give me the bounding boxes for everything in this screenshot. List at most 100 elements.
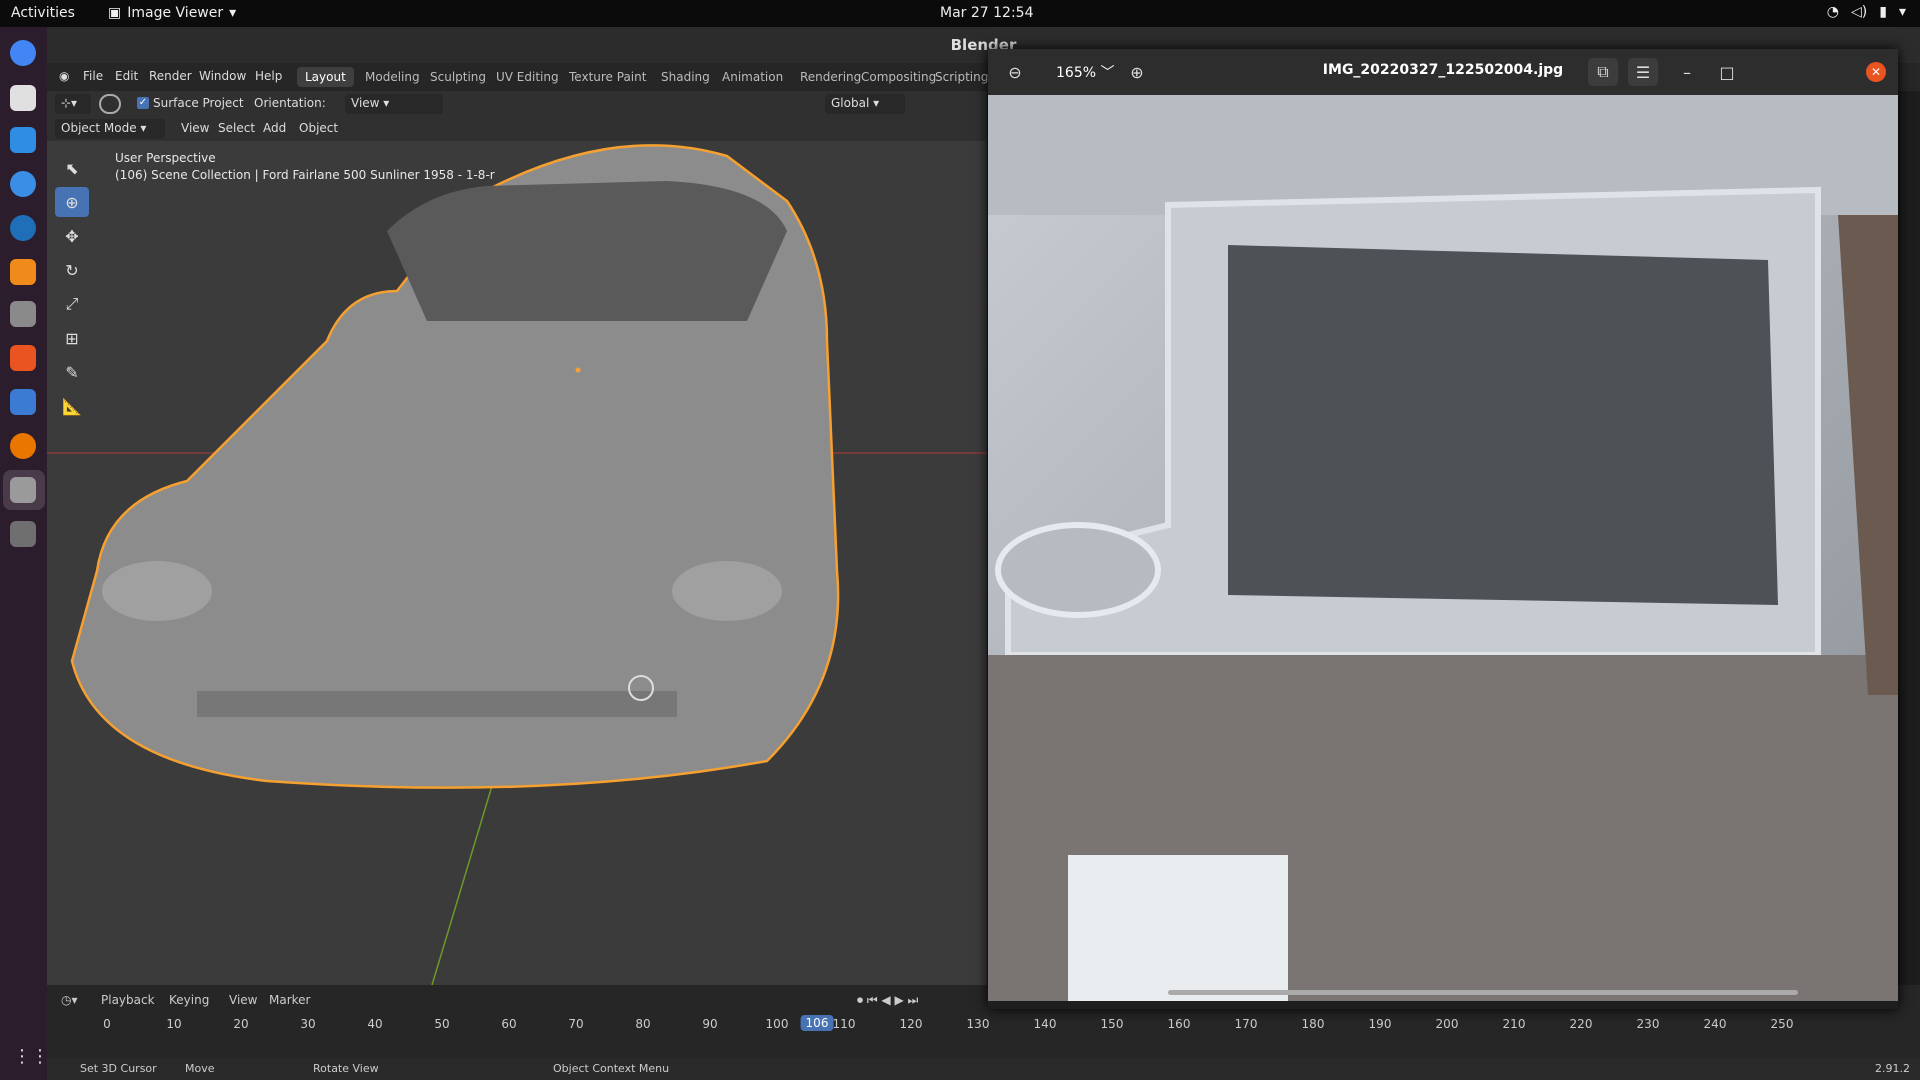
tab-layout[interactable]: Layout bbox=[297, 67, 354, 87]
menu-file[interactable]: File bbox=[83, 69, 103, 83]
close-button[interactable]: ✕ bbox=[1866, 62, 1886, 82]
surface-project-label: Surface Project bbox=[153, 96, 244, 110]
frame-tick-label: 230 bbox=[1636, 1017, 1660, 1031]
photo-image bbox=[988, 95, 1898, 1001]
menu-help[interactable]: Help bbox=[255, 69, 282, 83]
annotate-tool-icon[interactable]: ✎ bbox=[55, 357, 89, 387]
frame-tick-label: 90 bbox=[702, 1017, 718, 1031]
frame-tick-label: 50 bbox=[434, 1017, 450, 1031]
menu-keying[interactable]: Keying bbox=[169, 993, 209, 1007]
chrome-icon[interactable] bbox=[10, 40, 36, 66]
car-windshield bbox=[387, 181, 787, 321]
viewport-scene bbox=[47, 144, 987, 985]
tool-header: ⊹▾ ✓ Surface Project Orientation: View ▾… bbox=[47, 91, 987, 117]
minimize-button[interactable]: – bbox=[1672, 58, 1702, 86]
blender-logo-icon[interactable]: ◉ bbox=[59, 69, 69, 83]
vlc-icon[interactable] bbox=[10, 259, 36, 285]
transform-tool-icon[interactable]: ⊞ bbox=[55, 323, 89, 353]
rotate-tool-icon[interactable]: ↻ bbox=[55, 255, 89, 285]
tab-scripting[interactable]: Scripting bbox=[927, 67, 996, 87]
move-tool-icon[interactable]: ✥ bbox=[55, 221, 89, 251]
disk-icon[interactable] bbox=[10, 301, 36, 327]
menu-marker[interactable]: Marker bbox=[269, 993, 310, 1007]
cursor-tool-icon[interactable]: ⊕ bbox=[55, 187, 89, 217]
battery-icon: ▮ bbox=[1879, 4, 1887, 20]
files-icon[interactable] bbox=[10, 85, 36, 111]
frame-tick-label: 60 bbox=[501, 1017, 517, 1031]
scale-tool-icon[interactable]: ⤢ bbox=[55, 289, 89, 319]
surface-project-checkbox[interactable]: ✓ Surface Project bbox=[137, 96, 244, 110]
horizontal-scrollbar[interactable] bbox=[1168, 990, 1798, 995]
tab-uv-editing[interactable]: UV Editing bbox=[488, 67, 567, 87]
tab-shading[interactable]: Shading bbox=[653, 67, 718, 87]
volume-icon: ◁) bbox=[1851, 4, 1868, 20]
menu-select[interactable]: Select bbox=[218, 121, 255, 135]
timeline-editor-icon[interactable]: ◷▾ bbox=[61, 993, 78, 1007]
dock: ⋮⋮⋮ bbox=[0, 27, 67, 1080]
select-tool-icon[interactable]: ⬉ bbox=[55, 153, 89, 183]
transform-orientation-value: Global bbox=[831, 96, 870, 110]
frame-tick-label: 100 bbox=[765, 1017, 789, 1031]
menu-add[interactable]: Add bbox=[263, 121, 286, 135]
menu-view[interactable]: View bbox=[181, 121, 209, 135]
app-menu-label: Image Viewer bbox=[127, 5, 224, 21]
status-move: Move bbox=[185, 1062, 215, 1075]
maximize-button[interactable]: □ bbox=[1712, 58, 1742, 86]
tab-modeling[interactable]: Modeling bbox=[357, 67, 428, 87]
wifi-icon: ◔ bbox=[1826, 4, 1840, 20]
frame-tick-label: 110 bbox=[832, 1017, 856, 1031]
transform-orientation-dropdown[interactable]: Global ▾ bbox=[825, 94, 905, 114]
app-menu[interactable]: ▣ Image Viewer ▾ bbox=[108, 5, 236, 21]
frame-tick-label: 40 bbox=[367, 1017, 383, 1031]
left-headlight bbox=[102, 561, 212, 621]
menu-object[interactable]: Object bbox=[299, 121, 338, 135]
tab-sculpting[interactable]: Sculpting bbox=[422, 67, 494, 87]
image-viewer-icon[interactable] bbox=[10, 477, 36, 503]
current-frame-indicator[interactable]: 106 bbox=[800, 1015, 834, 1031]
usb-icon[interactable] bbox=[10, 521, 36, 547]
mode-header: Object Mode ▾ View Select Add Object bbox=[47, 117, 987, 141]
3d-viewport[interactable]: User Perspective (106) Scene Collection … bbox=[47, 141, 987, 985]
app-icon[interactable] bbox=[10, 215, 36, 241]
menu-edit[interactable]: Edit bbox=[115, 69, 138, 83]
frame-tick-label: 150 bbox=[1100, 1017, 1124, 1031]
blender-icon[interactable] bbox=[10, 433, 36, 459]
menu-window[interactable]: Window bbox=[199, 69, 246, 83]
software-icon[interactable] bbox=[10, 345, 36, 371]
menu-render[interactable]: Render bbox=[149, 69, 192, 83]
object-mode-dropdown[interactable]: Object Mode ▾ bbox=[55, 119, 165, 139]
orientation-dropdown[interactable]: View ▾ bbox=[345, 94, 443, 114]
chevron-down-icon: ▾ bbox=[1898, 4, 1906, 20]
blender-version: 2.91.2 bbox=[1875, 1062, 1910, 1075]
menu-playback[interactable]: Playback bbox=[101, 993, 155, 1007]
checkbox-icon: ✓ bbox=[137, 97, 149, 109]
tool-dropdown[interactable]: ⊹▾ bbox=[55, 94, 91, 114]
cursor-tool-icon bbox=[99, 94, 121, 114]
menu-timeline-view[interactable]: View bbox=[229, 993, 257, 1007]
measure-tool-icon[interactable]: 📐 bbox=[55, 391, 89, 421]
screenshot-icon[interactable] bbox=[10, 127, 36, 153]
menu-button[interactable]: ☰ bbox=[1628, 58, 1658, 86]
top-bar: Activities ▣ Image Viewer ▾ Mar 27 12:54… bbox=[0, 0, 1920, 27]
help-icon[interactable] bbox=[10, 171, 36, 197]
image-filename: IMG_20220327_122502004.jpg bbox=[1322, 62, 1564, 78]
photo-display[interactable] bbox=[988, 95, 1898, 1001]
show-apps-icon[interactable]: ⋮⋮⋮ bbox=[13, 1046, 67, 1067]
clock[interactable]: Mar 27 12:54 bbox=[940, 5, 1033, 21]
object-mode-label: Object Mode bbox=[61, 121, 137, 135]
system-tray[interactable]: ◔ ◁) ▮ ▾ bbox=[1827, 4, 1906, 20]
viewport-collection: (106) Scene Collection | Ford Fairlane 5… bbox=[115, 168, 495, 182]
image-viewer-icon: ▣ bbox=[108, 5, 122, 21]
playback-controls[interactable]: ⏺ ⏮ ◀ ▶ ⏭ bbox=[857, 993, 918, 1008]
tab-animation[interactable]: Animation bbox=[714, 67, 791, 87]
frame-tick-label: 180 bbox=[1301, 1017, 1325, 1031]
image-viewer-header: ⊖ 165% ﹀ ⊕ IMG_20220327_122502004.jpg ⧉ … bbox=[988, 49, 1898, 95]
gallery-button[interactable]: ⧉ bbox=[1588, 58, 1618, 86]
status-set-cursor: Set 3D Cursor bbox=[80, 1062, 157, 1075]
tab-texture-paint[interactable]: Texture Paint bbox=[561, 67, 654, 87]
frame-tick-label: 200 bbox=[1435, 1017, 1459, 1031]
frame-tick-label: 0 bbox=[103, 1017, 111, 1031]
activities-button[interactable]: Activities bbox=[11, 5, 75, 21]
text-editor-icon[interactable] bbox=[10, 389, 36, 415]
orientation-label: Orientation: bbox=[254, 96, 326, 110]
